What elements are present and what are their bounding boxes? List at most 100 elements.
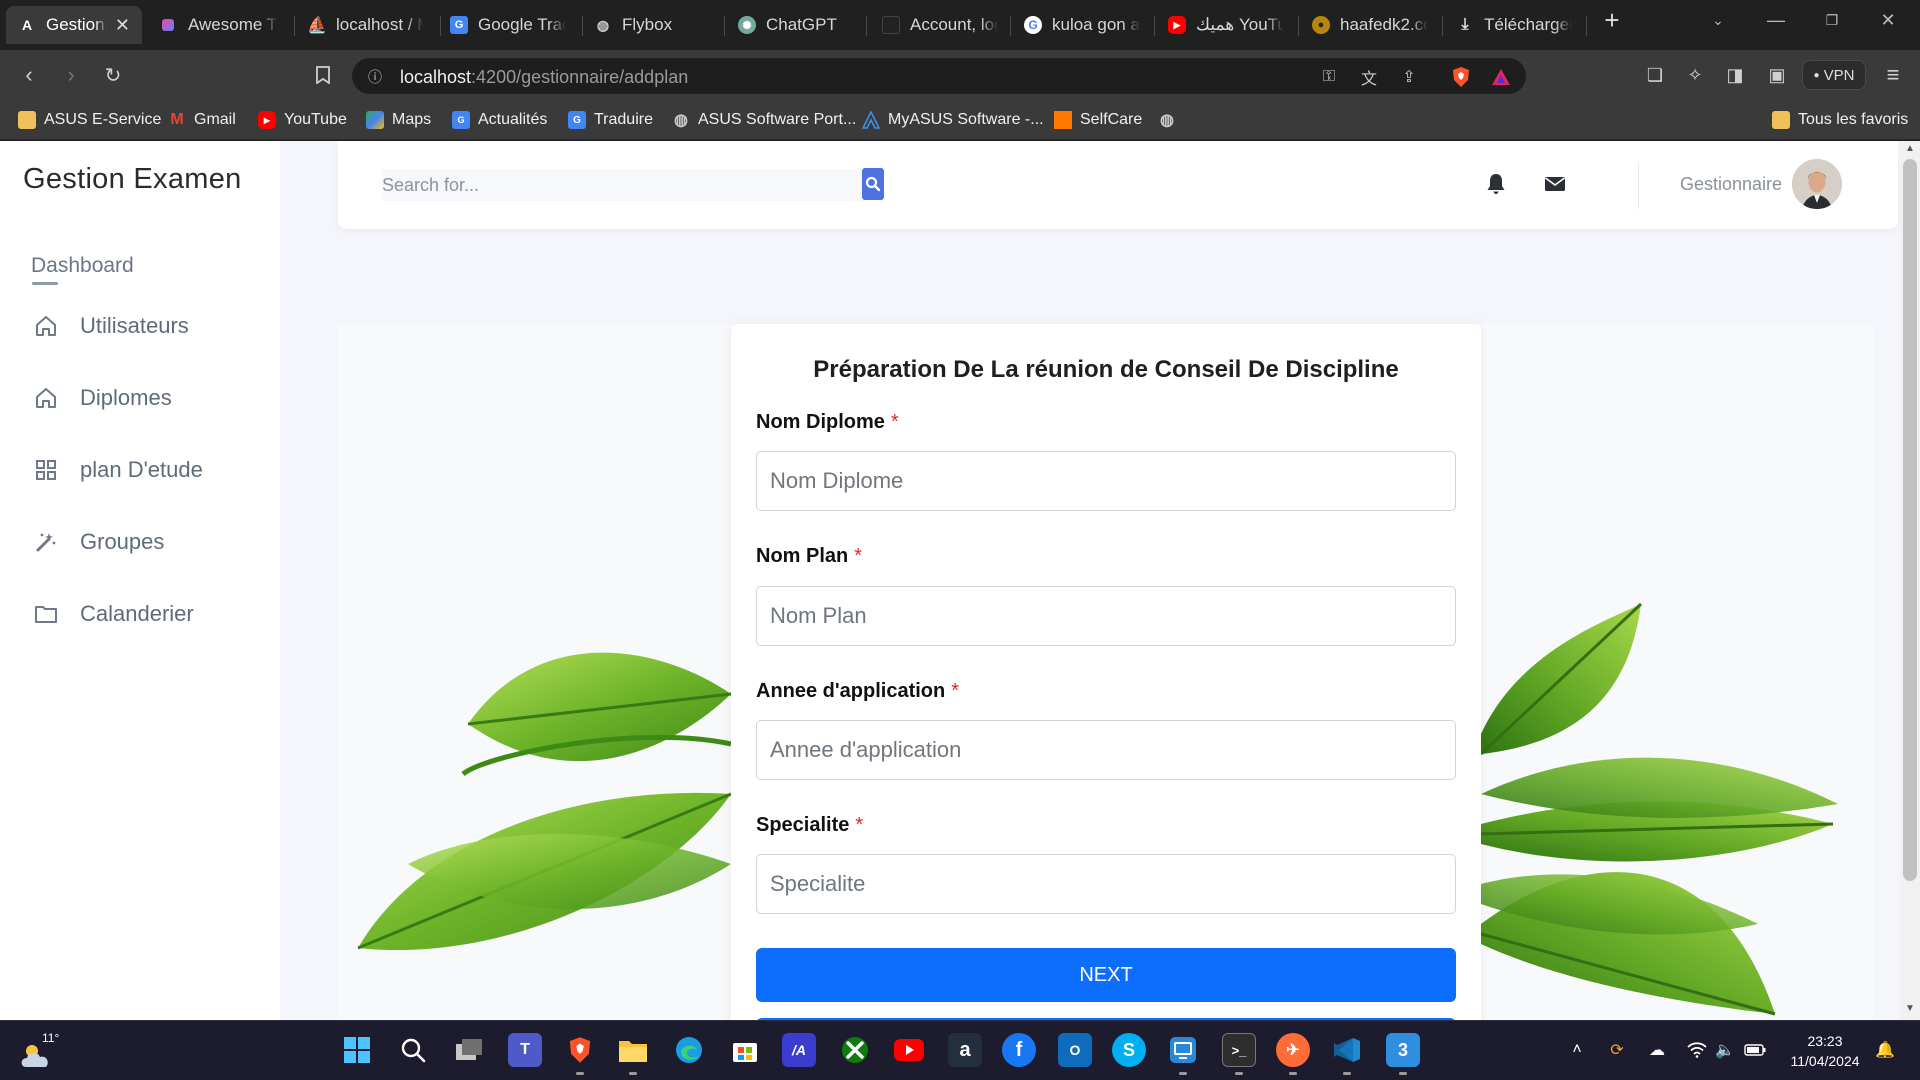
amazon-icon[interactable]: a — [948, 1033, 982, 1067]
minimize-button[interactable]: — — [1748, 0, 1804, 40]
volume-icon[interactable]: 🔈 — [1714, 1039, 1736, 1061]
bookmark-gmail[interactable]: M Gmail — [168, 109, 235, 131]
all-bookmarks-folder[interactable]: Tous les favoris — [1772, 109, 1908, 131]
specialite-input[interactable] — [756, 854, 1456, 914]
weather-widget[interactable]: 11° — [20, 1031, 60, 1069]
bookmark-traduire[interactable]: G Traduire — [568, 109, 653, 131]
xbox-icon[interactable] — [838, 1033, 872, 1067]
teams-icon[interactable]: T — [508, 1033, 542, 1067]
bookmark-globe[interactable]: ◍ — [1158, 109, 1176, 131]
tab-flybox[interactable]: ◍ Flybox — [582, 6, 722, 44]
sidebar-item-dashboard[interactable]: Dashboard — [31, 254, 134, 278]
tab-phpmyadmin[interactable]: ⛵ localhost / M — [296, 6, 436, 44]
avatar[interactable] — [1792, 159, 1842, 209]
envelope-icon[interactable] — [1544, 175, 1568, 199]
tab-chatgpt[interactable]: ✺ ChatGPT — [726, 6, 866, 44]
bookmark-actualites[interactable]: G Actualités — [452, 109, 547, 131]
url-text: localhost:4200/gestionnaire/addplan — [400, 67, 689, 87]
skype-icon[interactable]: S — [1112, 1033, 1146, 1067]
share-icon[interactable]: ⇪ — [1398, 66, 1420, 88]
sidebar-item-diplomes[interactable]: Diplomes — [34, 382, 172, 414]
show-hidden-icons-chevron-icon[interactable]: ˄ — [1566, 1039, 1588, 1061]
microsoft-store-icon[interactable] — [728, 1033, 762, 1067]
remote-desktop-icon[interactable] — [1166, 1033, 1200, 1067]
search-button[interactable] — [862, 168, 884, 200]
page-scrollbar[interactable]: ▲ ▼ — [1900, 141, 1920, 1020]
sidebar-item-plan-etude[interactable]: plan D'etude — [34, 454, 203, 486]
myasus-icon — [862, 111, 880, 129]
wallet-icon[interactable]: ▣ — [1764, 62, 1790, 88]
tab-haafedk2[interactable]: ● haafedk2.con — [1300, 6, 1440, 44]
annee-application-input[interactable] — [756, 720, 1456, 780]
mathtype-icon[interactable]: /A — [782, 1033, 816, 1067]
scrollbar-thumb[interactable] — [1903, 159, 1917, 881]
user-name[interactable]: Gestionnaire — [1680, 174, 1782, 195]
tab-google[interactable]: G kuloa gon an — [1012, 6, 1152, 44]
new-tab-button[interactable]: + — [1584, 0, 1640, 40]
vscode-icon[interactable] — [1330, 1033, 1364, 1067]
back-button[interactable]: ‹ — [16, 62, 42, 88]
brave-icon[interactable] — [563, 1033, 597, 1067]
next-button[interactable]: NEXT — [756, 948, 1456, 1002]
close-tab-icon[interactable]: ✕ — [115, 15, 130, 36]
scroll-up-arrow-icon[interactable]: ▲ — [1904, 143, 1916, 154]
bell-icon[interactable] — [1486, 173, 1510, 197]
sidebar-toggle-icon[interactable]: ◨ — [1722, 62, 1748, 88]
battery-icon[interactable] — [1744, 1039, 1766, 1061]
translate-icon[interactable]: 文 — [1358, 66, 1380, 88]
sync-icon[interactable]: ⟳ — [1606, 1039, 1628, 1061]
tab-awesome[interactable]: Awesome The — [150, 6, 290, 44]
windows-start-icon[interactable] — [340, 1033, 374, 1067]
site-info-icon[interactable]: ⓘ — [364, 66, 386, 88]
tab-youtube[interactable]: ▶ هميك YouTube — [1156, 6, 1296, 44]
restore-button[interactable]: ❐ — [1804, 0, 1860, 40]
forward-button[interactable]: › — [58, 62, 84, 88]
youtube-app-icon[interactable] — [892, 1033, 926, 1067]
notification-bell-icon[interactable]: 🔔 — [1874, 1039, 1896, 1061]
bookmark-selfcare[interactable]: SelfCare — [1054, 109, 1142, 131]
scroll-down-arrow-icon[interactable]: ▼ — [1904, 1003, 1916, 1014]
search-icon[interactable] — [396, 1033, 430, 1067]
terminal-icon[interactable]: >_ — [1222, 1033, 1256, 1067]
brave-shield-icon[interactable] — [1450, 66, 1472, 88]
wifi-icon[interactable] — [1686, 1039, 1708, 1061]
bookmark-maps[interactable]: Maps — [366, 109, 431, 131]
bookmark-asus-eservice[interactable]: ASUS E-Service — [18, 109, 161, 131]
tab-gestion[interactable]: A GestionD ✕ — [6, 6, 142, 44]
nom-plan-input[interactable] — [756, 586, 1456, 646]
sidebar-item-groupes[interactable]: Groupes — [34, 526, 164, 558]
onedrive-cloud-icon[interactable]: ☁ — [1646, 1039, 1668, 1061]
app-3-icon[interactable]: 3 — [1386, 1033, 1420, 1067]
system-clock[interactable]: 23:23 11/04/2024 — [1776, 1031, 1874, 1071]
bookmark-myasus[interactable]: MyASUS Software -... — [862, 109, 1044, 131]
close-window-button[interactable]: ✕ — [1860, 0, 1916, 40]
key-icon[interactable]: ⚿ — [1318, 66, 1340, 88]
extensions-icon[interactable]: ✧ — [1682, 62, 1708, 88]
menu-icon[interactable]: ≡ — [1880, 62, 1906, 88]
search-input[interactable] — [382, 169, 862, 201]
tab-search-chevron-icon[interactable]: ⌄ — [1690, 0, 1746, 40]
running-indicator — [629, 1072, 637, 1075]
edge-icon[interactable] — [672, 1033, 706, 1067]
sidebar-item-utilisateurs[interactable]: Utilisateurs — [34, 310, 189, 342]
postman-icon[interactable]: ✈ — [1276, 1033, 1310, 1067]
nom-diplome-input[interactable] — [756, 451, 1456, 511]
tab-groups-icon[interactable]: ❏ — [1642, 62, 1668, 88]
address-bar[interactable]: ⓘ localhost:4200/gestionnaire/addplan ⚿ … — [352, 58, 1526, 94]
file-explorer-icon[interactable] — [616, 1033, 650, 1067]
vpn-button[interactable]: ● VPN — [1802, 60, 1866, 90]
brand-title[interactable]: Gestion Examen — [23, 163, 242, 196]
bookmark-youtube[interactable]: ▶ YouTube — [258, 109, 347, 131]
sidebar-item-calanderier[interactable]: Calanderier — [34, 598, 194, 630]
tab-downloads[interactable]: ⤓ Téléchargeme — [1444, 6, 1584, 44]
reload-button[interactable]: ↻ — [100, 62, 126, 88]
task-view-icon[interactable] — [452, 1033, 486, 1067]
bookmark-icon[interactable] — [310, 62, 336, 88]
bookmark-asus-software[interactable]: ◍ ASUS Software Port... — [672, 109, 856, 131]
tab-google-translate[interactable]: G Google Tradu — [438, 6, 578, 44]
brave-rewards-icon[interactable] — [1490, 66, 1512, 88]
facebook-icon[interactable]: f — [1002, 1033, 1036, 1067]
outlook-new-icon[interactable]: O — [1058, 1033, 1092, 1067]
browser-tab-strip: A GestionD ✕ Awesome The ⛵ localhost / M… — [0, 0, 1920, 50]
tab-account[interactable]: Account, logi — [870, 6, 1010, 44]
